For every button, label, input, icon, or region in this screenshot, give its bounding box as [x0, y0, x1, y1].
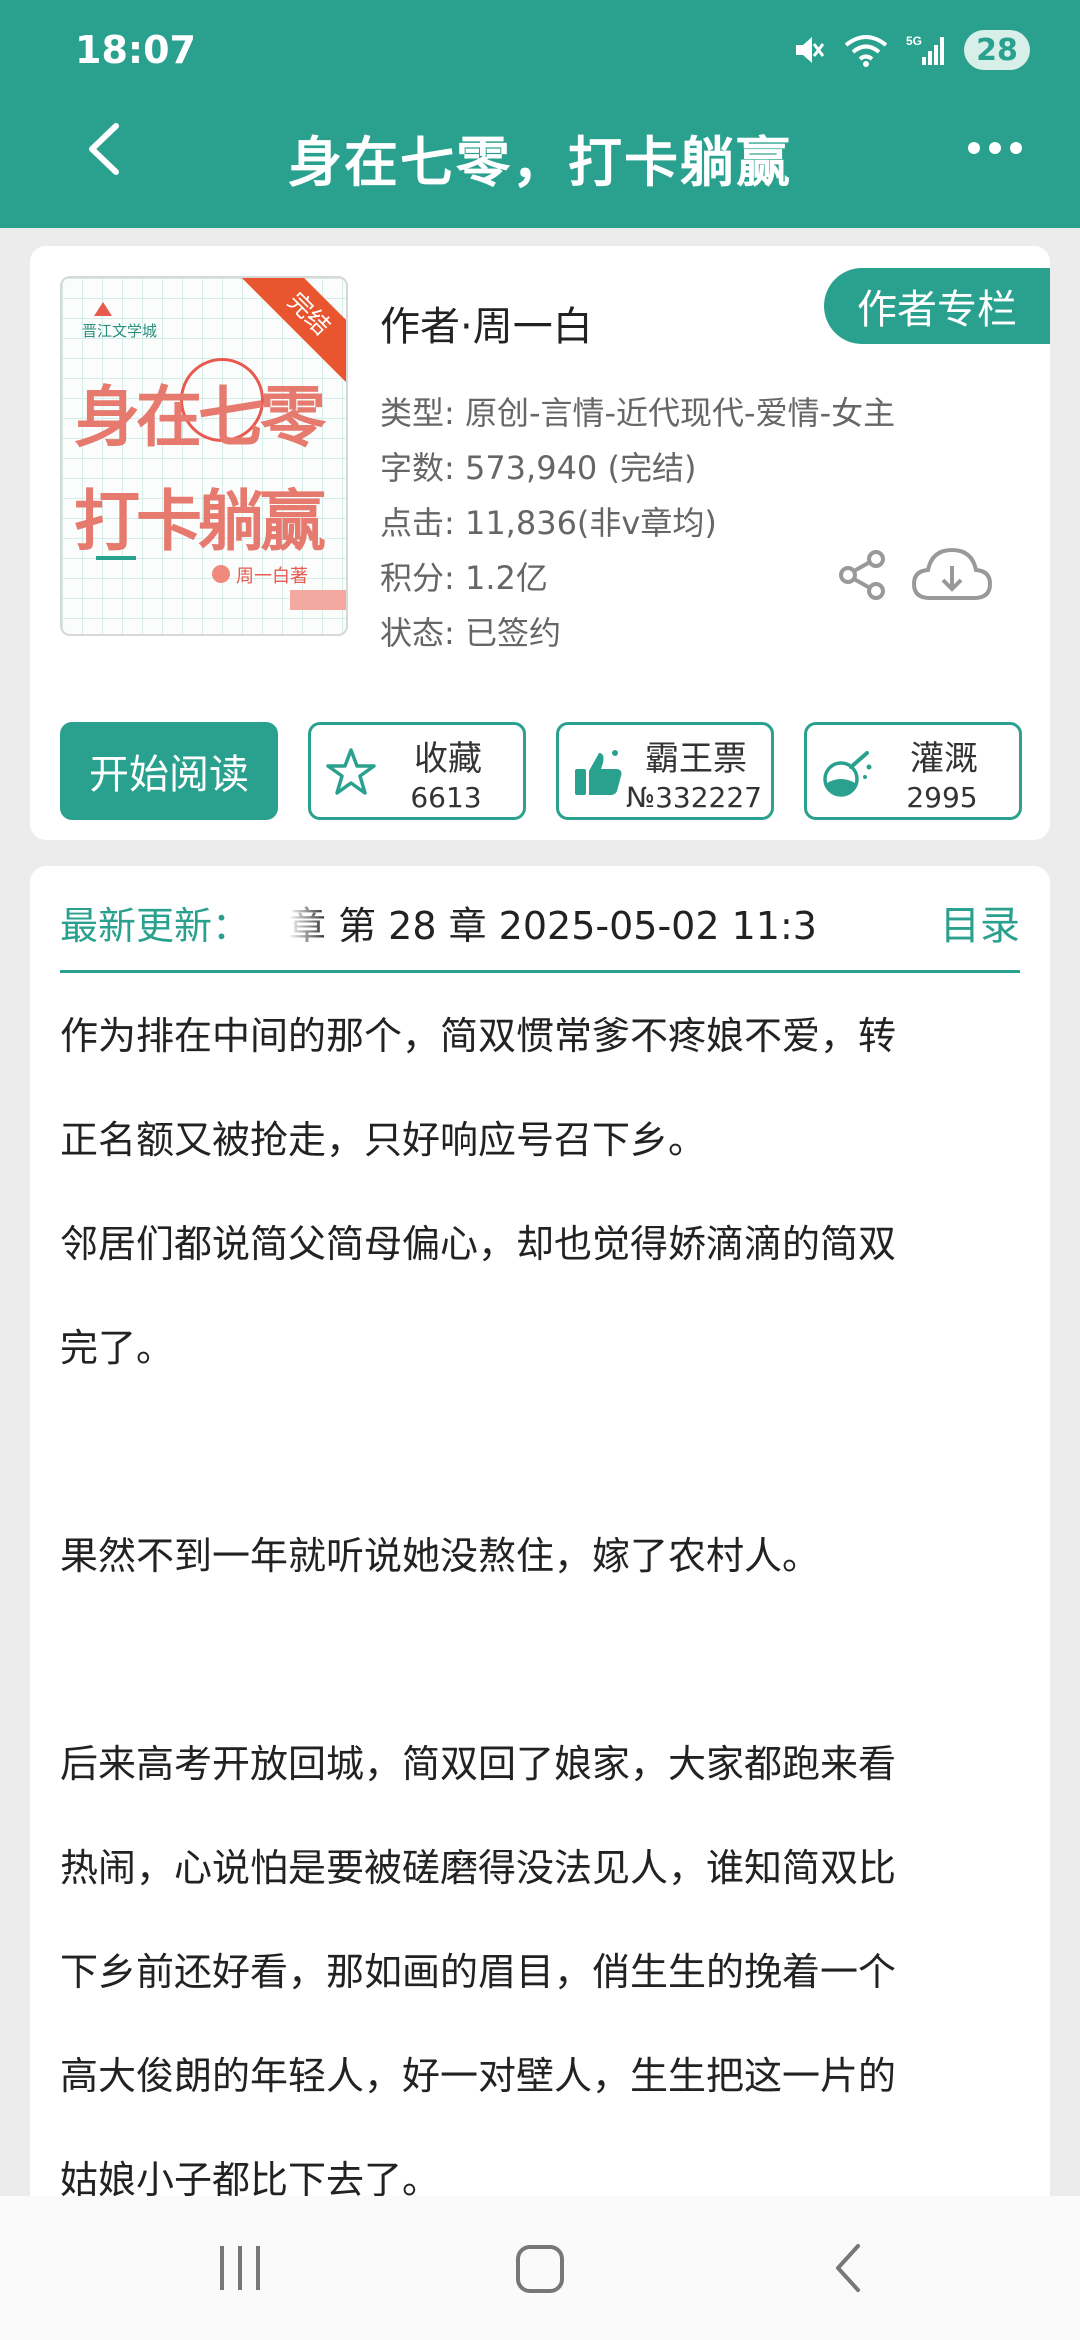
cover-logo-mark: [94, 302, 112, 316]
wifi-icon: [844, 35, 888, 67]
vote-label: 霸王票: [645, 739, 747, 779]
nutrient-label: 灌溉: [910, 739, 978, 779]
marquee-fade-right: [888, 896, 928, 956]
more-dot: [1010, 142, 1022, 154]
synopsis-line: 作为排在中间的那个，简双惯常爹不疼娘不爱，转: [60, 1014, 897, 1058]
author-name[interactable]: 作者·周一白: [380, 294, 593, 352]
meta-points: 积分: 1.2亿: [380, 559, 548, 597]
mute-icon: [796, 37, 825, 63]
book-info-card: 晋江文学城 身在七零 打卡躺赢 周一白著 完结 作者·周一白 作者专栏 类型: …: [30, 246, 1050, 840]
synopsis-line: 邻居们都说简父简母偏心，却也觉得娇滴滴的简双: [60, 1222, 897, 1266]
start-reading-button[interactable]: 开始阅读: [60, 722, 278, 820]
cover-decoration: [96, 556, 136, 560]
nutrient-button[interactable]: 灌溉 2995: [804, 722, 1022, 820]
system-navigation-bar: [0, 2196, 1080, 2340]
app-header: 18:07 5G 28 身在七零，打卡躺赢: [0, 0, 1080, 228]
page-title: 身在七零，打卡躺赢: [288, 131, 792, 194]
synopsis-line: 下乡前还好看，那如画的眉目，俏生生的挽着一个: [60, 1950, 897, 1994]
share-icon[interactable]: [836, 548, 890, 602]
book-cover[interactable]: 晋江文学城 身在七零 打卡躺赢 周一白著 完结: [60, 276, 348, 636]
download-icon[interactable]: [910, 544, 994, 608]
cover-title-line1: 身在七零: [74, 378, 326, 456]
favorite-label: 收藏: [414, 739, 482, 779]
nutrient-count: 2995: [906, 781, 978, 814]
favorite-button[interactable]: 收藏 6613: [308, 722, 526, 820]
status-icons: 5G 28: [792, 28, 1030, 72]
cellular-signal-icon: 5G: [906, 34, 944, 65]
meta-word-count: 字数: 573,940 (完结): [380, 449, 697, 487]
latest-update-bar: 最新更新： 章 第 28 章 2025-05-02 11:3 目录: [60, 896, 1020, 956]
synopsis-line: 完了。: [60, 1326, 175, 1370]
svg-text:5G: 5G: [906, 34, 922, 48]
vote-count: №332227: [625, 781, 762, 814]
synopsis-line: 热闹，心说怕是要被磋磨得没法见人，谁知简双比: [60, 1846, 897, 1890]
cover-decoration: [212, 565, 230, 583]
latest-update-label: 最新更新：: [60, 904, 251, 948]
more-button[interactable]: [968, 142, 1022, 154]
home-icon[interactable]: [512, 2238, 568, 2298]
favorite-count: 6613: [410, 781, 482, 814]
book-meta-list: 类型: 原创-言情-近代现代-爱情-女主 字数: 573,940 (完结) 点击…: [380, 386, 895, 661]
back-nav-icon[interactable]: [826, 2238, 870, 2298]
status-time: 18:07: [75, 28, 196, 72]
divider: [60, 970, 1020, 973]
synopsis-text: 作为排在中间的那个，简双惯常爹不疼娘不爱，转 正名额又被抢走，只好响应号召下乡。…: [60, 1006, 1026, 2254]
synopsis-line: [60, 1630, 1026, 1734]
meta-status: 状态: 已签约: [380, 614, 561, 652]
more-dot: [968, 142, 980, 154]
cover-decoration: [290, 590, 346, 610]
cover-publisher: 晋江文学城: [82, 322, 158, 340]
meta-clicks: 点击: 11,836(非v章均): [380, 504, 717, 542]
synopsis-line: 高大俊朗的年轻人，好一对壁人，生生把这一片的: [60, 2054, 897, 2098]
synopsis-line: [60, 1422, 1026, 1526]
cover-title-line2: 打卡躺赢: [74, 482, 326, 560]
recent-apps-icon[interactable]: [214, 2238, 266, 2298]
vote-button[interactable]: 霸王票 №332227: [556, 722, 774, 820]
meta-genre: 类型: 原创-言情-近代现代-爱情-女主: [380, 394, 896, 432]
synopsis-card: 最新更新： 章 第 28 章 2025-05-02 11:3 目录 作为排在中间…: [30, 866, 1050, 2306]
latest-update-marquee[interactable]: 章 第 28 章 2025-05-02 11:3: [288, 896, 928, 956]
author-column-button[interactable]: 作者专栏: [824, 268, 1050, 344]
marquee-fade-left: [288, 896, 328, 956]
battery-indicator: 28: [964, 30, 1030, 70]
synopsis-line: 果然不到一年就听说她没熬住，嫁了农村人。: [60, 1534, 821, 1578]
more-dot: [989, 142, 1001, 154]
cover-author: 周一白著: [236, 566, 308, 587]
synopsis-line: 后来高考开放回城，简双回了娘家，大家都跑来看: [60, 1742, 897, 1786]
synopsis-line: 正名额又被抢走，只好响应号召下乡。: [60, 1118, 707, 1162]
table-of-contents-link[interactable]: 目录: [940, 896, 1020, 956]
status-bar: 18:07 5G 28: [0, 0, 1080, 100]
action-bar: 开始阅读 收藏 6613 霸王票 №332227 灌溉 2995: [60, 722, 1022, 820]
